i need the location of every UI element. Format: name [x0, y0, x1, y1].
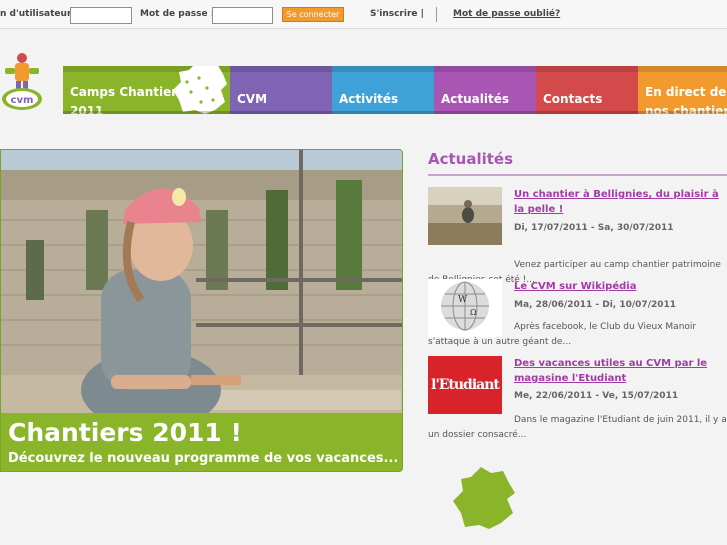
nav-bottom-shade	[638, 111, 727, 114]
nav-bottom-shade	[230, 111, 332, 114]
login-button[interactable]: Se connecter	[282, 7, 344, 22]
nav-bottom-shade	[63, 111, 230, 114]
separator	[436, 7, 437, 22]
news-date: Ma, 28/06/2011 - Di, 10/07/2011	[514, 300, 677, 310]
svg-text:cvm: cvm	[11, 95, 34, 106]
france-map-icon[interactable]	[451, 465, 519, 533]
password-input[interactable]	[212, 7, 273, 24]
hero-subtitle: Découvrez le nouveau programme de vos va…	[8, 451, 399, 466]
hero-banner[interactable]: Chantiers 2011 ! Découvrez le nouveau pr…	[0, 149, 403, 472]
news-excerpt: Dans le magazine l'Etudiant de juin 2011…	[428, 415, 727, 440]
news-thumb-bellignies[interactable]	[428, 187, 502, 245]
news-heading: Actualités	[428, 150, 514, 168]
nav-top-shade	[332, 66, 434, 72]
nav-label: Camps Chantiers 2011	[70, 85, 185, 114]
nav-camps-chantiers[interactable]: Camps Chantiers 2011	[63, 66, 230, 114]
password-label: Mot de passe :	[140, 9, 215, 19]
news-item: W Ω Le CVM sur Wikipédia Ma, 28/06/2011 …	[428, 279, 727, 354]
svg-text:Ω: Ω	[470, 308, 477, 317]
username-label: n d'utilisateur :	[0, 9, 79, 19]
nav-top-shade	[434, 66, 536, 72]
nav-label: Contacts	[543, 92, 603, 106]
news-date: Di, 17/07/2011 - Sa, 30/07/2011	[514, 223, 674, 233]
nav-top-shade	[536, 66, 638, 72]
nav-label: CVM	[237, 92, 268, 106]
news-title-link[interactable]: Le CVM sur Wikipédia	[514, 279, 726, 294]
cvm-logo[interactable]: cvm	[0, 46, 46, 116]
news-item: l'Etudiant Des vacances utiles au CVM pa…	[428, 356, 727, 446]
nav-top-shade	[230, 66, 332, 72]
register-link[interactable]: S'inscrire |	[370, 9, 424, 19]
nav-activites[interactable]: Activités	[332, 66, 434, 114]
svg-text:W: W	[458, 295, 468, 305]
nav-bottom-shade	[536, 111, 638, 114]
login-bar: n d'utilisateur : Mot de passe : Se conn…	[0, 0, 727, 29]
nav-cvm[interactable]: CVM	[230, 66, 332, 114]
news-title-link[interactable]: Des vacances utiles au CVM par le magasi…	[514, 356, 726, 386]
hero-title: Chantiers 2011 !	[8, 418, 242, 447]
nav-bottom-shade	[332, 111, 434, 114]
username-input[interactable]	[70, 7, 132, 24]
nav-bottom-shade	[434, 111, 536, 114]
nav-label: Actualités	[441, 92, 510, 106]
forgot-password-link[interactable]: Mot de passe oublié?	[453, 9, 560, 19]
news-date: Me, 22/06/2011 - Ve, 15/07/2011	[514, 391, 679, 401]
news-item: Un chantier à Bellignies, du plaisir à l…	[428, 187, 727, 285]
nav-label: En direct de nos chantiers	[645, 85, 727, 114]
news-excerpt: Après facebook, le Club du Vieux Manoir …	[428, 322, 697, 347]
nav-contacts[interactable]: Contacts	[536, 66, 638, 114]
hero-photo	[1, 150, 402, 413]
news-thumb-etudiant[interactable]: l'Etudiant	[428, 356, 502, 414]
news-divider	[428, 174, 727, 176]
news-title-link[interactable]: Un chantier à Bellignies, du plaisir à l…	[514, 187, 726, 217]
nav-en-direct[interactable]: En direct de nos chantiers	[638, 66, 727, 114]
nav-label: Activités	[339, 92, 399, 106]
nav-top-shade	[638, 66, 727, 72]
nav-actualites[interactable]: Actualités	[434, 66, 536, 114]
